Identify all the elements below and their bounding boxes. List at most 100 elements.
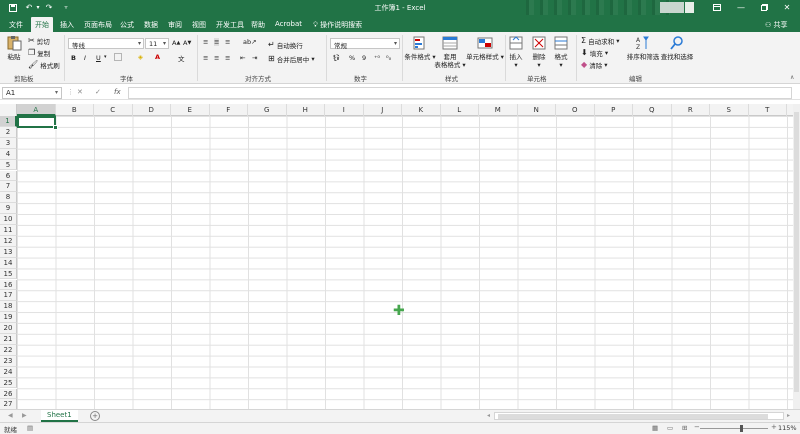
collapse-ribbon-icon[interactable]: ∧ <box>790 74 794 81</box>
account-avatar[interactable] <box>660 2 684 13</box>
tab-insert[interactable]: 插入 <box>60 18 74 32</box>
orientation-icon[interactable]: ab↗ <box>243 38 257 46</box>
conditional-formatting-button[interactable]: 条件格式 ▾ <box>403 35 437 61</box>
tab-developer[interactable]: 开发工具 <box>216 18 244 32</box>
font-color-icon[interactable]: A <box>155 53 160 61</box>
underline-button[interactable]: U <box>96 54 101 62</box>
row-header-16[interactable]: 16 <box>0 279 17 291</box>
find-select-button[interactable]: 查找和选择 <box>660 35 694 61</box>
zoom-slider-thumb[interactable] <box>740 425 743 432</box>
decrease-font-icon[interactable]: A ▼ <box>183 39 191 47</box>
normal-view-icon[interactable]: ▦ <box>652 424 658 432</box>
cancel-icon[interactable]: ✕ <box>77 88 83 96</box>
zoom-out-icon[interactable]: − <box>694 423 700 431</box>
align-middle-icon[interactable]: ≡ <box>214 38 220 46</box>
column-header-a[interactable]: A <box>17 104 56 116</box>
decrease-decimal-icon[interactable]: ⁰₀ <box>386 54 391 62</box>
row-header-2[interactable]: 2 <box>0 126 17 138</box>
row-header-14[interactable]: 14 <box>0 257 17 269</box>
row-header-10[interactable]: 10 <box>0 214 17 225</box>
page-break-view-icon[interactable]: ⊞ <box>682 424 687 432</box>
row-header-24[interactable]: 24 <box>0 366 17 378</box>
row-header-23[interactable]: 23 <box>0 355 17 367</box>
increase-decimal-icon[interactable]: ⁺⁰ <box>374 54 380 62</box>
tab-view[interactable]: 视图 <box>192 18 206 32</box>
clear-button[interactable]: ◆ 清除 ▾ <box>581 60 608 71</box>
restore-icon[interactable] <box>757 1 771 13</box>
paste-button[interactable]: 粘贴 <box>0 35 28 61</box>
horizontal-scrollbar[interactable] <box>494 412 784 420</box>
align-top-icon[interactable]: ≡ <box>203 38 208 46</box>
tab-help[interactable]: 帮助 <box>251 18 265 32</box>
share-button[interactable]: ⚇ 共享 <box>765 20 788 30</box>
previous-sheet-icon[interactable]: ◀ <box>8 412 13 419</box>
align-left-icon[interactable]: ≡ <box>203 54 208 62</box>
row-header-8[interactable]: 8 <box>0 192 17 204</box>
row-header-17[interactable]: 17 <box>0 290 17 302</box>
add-sheet-icon[interactable]: + <box>90 411 100 421</box>
column-header-c[interactable]: C <box>94 104 133 116</box>
font-name-dropdown[interactable]: 等线 ▾ <box>68 38 144 50</box>
vertical-scrollbar[interactable] <box>793 104 800 409</box>
column-header-t[interactable]: T <box>749 104 787 116</box>
column-header-k[interactable]: K <box>402 104 441 116</box>
ribbon-display-options-icon[interactable] <box>710 1 724 13</box>
tab-file[interactable]: 文件 <box>9 18 23 32</box>
font-size-dropdown[interactable]: 11 ▾ <box>145 38 169 49</box>
row-header-27[interactable]: 27 <box>0 399 17 409</box>
macro-record-icon[interactable]: ▤ <box>27 424 33 432</box>
format-as-table-button[interactable]: 套用 表格格式 ▾ <box>433 35 467 69</box>
active-cell-a1[interactable] <box>17 116 58 130</box>
row-header-25[interactable]: 25 <box>0 377 17 389</box>
align-right-icon[interactable]: ≡ <box>225 54 230 62</box>
fill-button[interactable]: ⬇ 填充 ▾ <box>581 48 608 59</box>
column-header-r[interactable]: R <box>672 104 710 116</box>
close-icon[interactable]: ✕ <box>780 1 794 13</box>
column-header-f[interactable]: F <box>210 104 248 116</box>
column-header-g[interactable]: G <box>248 104 287 116</box>
increase-font-icon[interactable]: A ▲ <box>172 39 180 47</box>
column-header-j[interactable]: J <box>364 104 402 116</box>
tab-acrobat[interactable]: Acrobat <box>275 18 302 32</box>
column-header-m[interactable]: M <box>479 104 518 116</box>
select-all-corner[interactable] <box>0 104 17 116</box>
tab-data[interactable]: 数据 <box>144 18 158 32</box>
bold-button[interactable]: B <box>71 54 76 62</box>
insert-function-icon[interactable]: fx <box>114 88 121 96</box>
column-header-l[interactable]: L <box>441 104 479 116</box>
column-header-s[interactable]: S <box>710 104 749 116</box>
row-header-15[interactable]: 15 <box>0 268 17 280</box>
column-header-e[interactable]: E <box>171 104 210 116</box>
next-sheet-icon[interactable]: ▶ <box>22 412 27 419</box>
scroll-right-icon[interactable]: ▸ <box>787 412 790 419</box>
column-header-h[interactable]: H <box>287 104 325 116</box>
border-icon[interactable] <box>114 53 122 61</box>
minimize-icon[interactable]: — <box>734 1 748 13</box>
row-header-4[interactable]: 4 <box>0 148 17 160</box>
format-painter-button[interactable]: 🖌︎ 格式刷 <box>28 60 60 71</box>
autosum-button[interactable]: Σ 自动求和 ▾ <box>581 36 619 47</box>
row-header-19[interactable]: 19 <box>0 312 17 324</box>
tab-formulas[interactable]: 公式 <box>120 18 134 32</box>
fill-color-icon[interactable]: ◈ <box>138 53 143 61</box>
row-header-6[interactable]: 6 <box>0 170 17 182</box>
number-format-dropdown[interactable]: 常规 ▾ <box>330 38 400 50</box>
tab-review[interactable]: 审阅 <box>168 18 182 32</box>
row-header-3[interactable]: 3 <box>0 137 17 149</box>
row-header-26[interactable]: 26 <box>0 388 17 400</box>
chevron-down-icon[interactable]: ▾ <box>104 54 107 60</box>
row-header-12[interactable]: 12 <box>0 235 17 247</box>
row-header-1[interactable]: 1 <box>0 116 17 127</box>
column-header-i[interactable]: I <box>325 104 364 116</box>
increase-indent-icon[interactable]: ⇥ <box>252 54 257 62</box>
fill-handle[interactable] <box>53 125 58 130</box>
column-header-b[interactable]: B <box>56 104 94 116</box>
formula-input[interactable] <box>128 87 792 99</box>
tab-home[interactable]: 开始 <box>31 17 53 32</box>
italic-button[interactable]: I <box>84 54 86 62</box>
page-layout-view-icon[interactable]: ▭ <box>667 424 673 432</box>
comma-style-button[interactable]: 9 <box>362 54 366 62</box>
column-header-o[interactable]: O <box>556 104 595 116</box>
cut-button[interactable]: ✂ 剪切 <box>28 36 50 47</box>
sort-filter-button[interactable]: AZ 排序和筛选 <box>626 35 660 61</box>
